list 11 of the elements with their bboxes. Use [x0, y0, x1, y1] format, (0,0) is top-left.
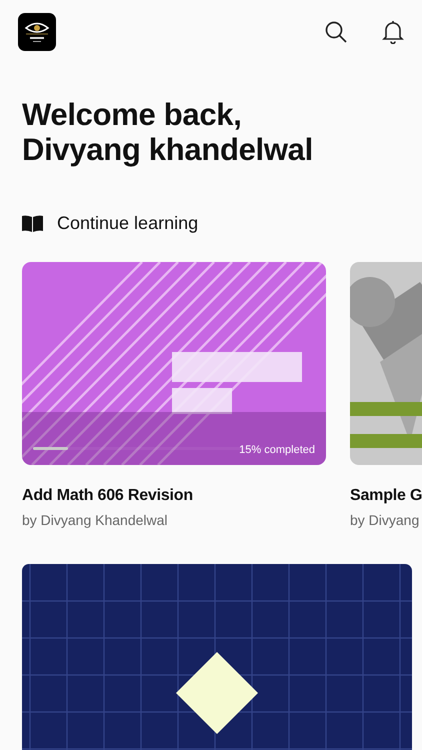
search-icon[interactable]: [324, 20, 348, 44]
section-title: Continue learning: [57, 213, 198, 234]
welcome-heading: Welcome back, Divyang khandelwal: [22, 97, 314, 167]
bell-icon[interactable]: [382, 20, 404, 44]
course-author: by Divyang Khandelwal: [22, 512, 169, 528]
book-icon: [22, 215, 43, 232]
course-title: Add Math 606 Revision: [22, 487, 194, 505]
progress-label: 15% completed: [239, 444, 315, 456]
course-author: by Divyang: [350, 512, 420, 528]
course-title: Sample G: [350, 487, 422, 505]
logo-icon: [18, 13, 56, 51]
